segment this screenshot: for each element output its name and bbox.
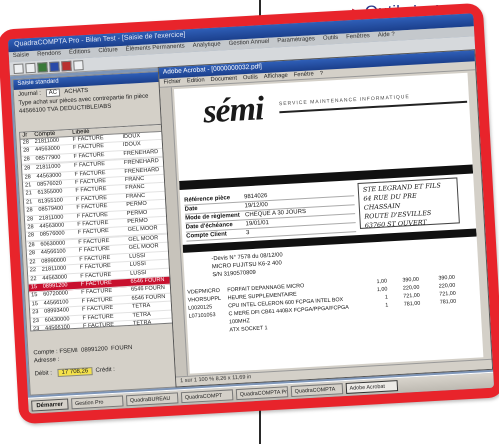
info-label: Compte Client [186, 231, 227, 240]
cell-journal: 28 [26, 215, 34, 223]
journal-label: Journal : [17, 90, 42, 98]
acrobat-menu-item[interactable]: ? [320, 71, 324, 77]
menu-item[interactable]: Aide ? [378, 32, 395, 41]
cell-journal: 28 [28, 242, 35, 249]
journal-icon[interactable] [37, 62, 48, 73]
invoice-info-table: Référence pièce 9814026 Date 19/12/00 Mode d… [183, 187, 357, 242]
info-value: 19/01/01 [245, 220, 270, 228]
cell-journal: 22 [30, 275, 37, 282]
debit-label: Débit : [34, 370, 53, 378]
taskbar-button[interactable]: Gestion Pro [70, 395, 124, 410]
cell-journal: 15 [31, 300, 39, 308]
journal-code-field[interactable]: AC [45, 88, 61, 98]
cell-journal: 22 [29, 267, 37, 274]
cell-journal: 28 [23, 156, 31, 163]
open-icon[interactable] [25, 62, 36, 74]
invoice-cell-t [421, 314, 457, 324]
menu-item[interactable]: Éditions [69, 49, 91, 58]
red-frame: QuadraCOMPTA Pro - Bilan Test - [Saisie … [0, 2, 499, 425]
info-value: 3 [245, 230, 250, 237]
acrobat-menu-item[interactable]: Edition [187, 77, 205, 84]
cell-journal: 21 [25, 190, 32, 197]
menu-item[interactable]: Saisie [13, 52, 30, 61]
menu-item[interactable]: Analytique [193, 41, 221, 51]
info-value: 9814026 [243, 193, 268, 201]
entries-table-body: 28 21811000 F FACTURE IDOUX 28 44563000 F FACT… [20, 131, 174, 332]
invoice-document[interactable]: sémi SERVICE MAINTENANCE INFORMATIQUE Ré… [173, 72, 484, 374]
cell-journal: 28 [22, 139, 30, 146]
taskbar-button[interactable]: Adobe Acrobat [345, 380, 398, 394]
cell-journal: 28 [27, 232, 35, 239]
cell-extra: TETRA [132, 319, 152, 327]
acrobat-menu-item[interactable]: Affichage [264, 73, 288, 80]
cell-journal: 28 [27, 224, 34, 231]
column-header-journal: Jr [22, 132, 28, 139]
acrobat-menu-item[interactable]: Outils [243, 74, 258, 81]
journal-window: Saisie standard Journal : AC ACHATS Type… [12, 70, 182, 396]
cell-journal: 28 [28, 250, 36, 257]
invoice-cell-q [365, 317, 389, 326]
invoice-cell-p [389, 316, 421, 326]
invoice-cell-p: 781,00 [403, 300, 421, 308]
info-value: 19/12/00 [244, 202, 269, 210]
cell-journal: 22 [29, 258, 36, 266]
desktop-screen: QuadraCOMPTA Pro - Bilan Test - [Saisie … [7, 13, 495, 414]
journal-name: ACHATS [64, 87, 89, 96]
cell-journal: 23 [32, 325, 40, 332]
cell-journal: 28 [26, 207, 33, 214]
journal-footer: Compte : FSEMI 08991200 FOURN Adresse : … [31, 341, 177, 391]
menu-item[interactable]: Clôture [98, 47, 118, 56]
acrobat-menu-item[interactable]: Fenêtre [294, 71, 314, 78]
customer-address: STE LEGRAND ET FILS 64 RUE DU PRE CHASSAI… [357, 177, 460, 230]
entries-table: Jr Compte Libellé 28 21811000 F FACTURE IDO… [19, 123, 175, 332]
cell-journal: 28 [24, 173, 32, 181]
cell-journal: 23 [32, 317, 40, 324]
screenshot-frame: QuadraCOMPTA Pro - Bilan Test - [Saisie … [0, 0, 499, 444]
acrobat-window: Adobe Acrobat - [0000000032.pdf] Fichier… [157, 49, 494, 388]
cell-label: F FACTURE [82, 321, 115, 330]
invoice-lines: VDEPMICRO FORFAIT DEPANNAGE MICRO 1,00 390,… [187, 272, 479, 336]
taskbar-button[interactable]: QuadraCOMPTA Pro [235, 386, 289, 401]
invoice-cell-q: 1 [385, 302, 389, 309]
menu-item[interactable]: Outils [323, 35, 339, 44]
help-icon[interactable] [73, 60, 84, 71]
menu-item[interactable]: Rendons [37, 50, 61, 59]
acrobat-menu-item[interactable]: Fichier [163, 79, 181, 86]
taskbar-button[interactable]: QuadraCOMPT [180, 389, 234, 404]
account-summary-extra: FOURN [110, 344, 133, 353]
quote-reference: -Devis N° 7578 du 08/12/00 MICRO FUJITSU … [211, 251, 284, 279]
cell-account: 44566100 [44, 324, 71, 332]
cell-journal: 15 [31, 292, 38, 299]
taskbar-button[interactable]: QuadraBUREAU [125, 392, 179, 407]
cell-journal: 28 [22, 147, 30, 155]
ledger-icon[interactable] [49, 61, 60, 73]
report-icon[interactable] [61, 60, 72, 72]
cell-journal: 21 [25, 199, 33, 206]
start-button[interactable]: Démarrer [31, 398, 69, 412]
cell-journal: 21 [24, 182, 32, 189]
cell-journal: 28 [23, 165, 31, 172]
acrobat-menu-item[interactable]: Document [210, 76, 237, 83]
company-logo: sémi [202, 90, 265, 131]
cell-journal: 23 [32, 309, 39, 316]
credit-label: Crédit : [95, 366, 116, 374]
new-icon[interactable] [13, 63, 24, 75]
cell-journal: 15 [30, 283, 38, 291]
invoice-cell-ref [189, 326, 229, 336]
debit-value: 17 708,26 [57, 367, 93, 378]
taskbar-button[interactable]: QuadraCOMPTA [290, 383, 343, 398]
menu-item[interactable]: Fenêtres [346, 33, 370, 42]
